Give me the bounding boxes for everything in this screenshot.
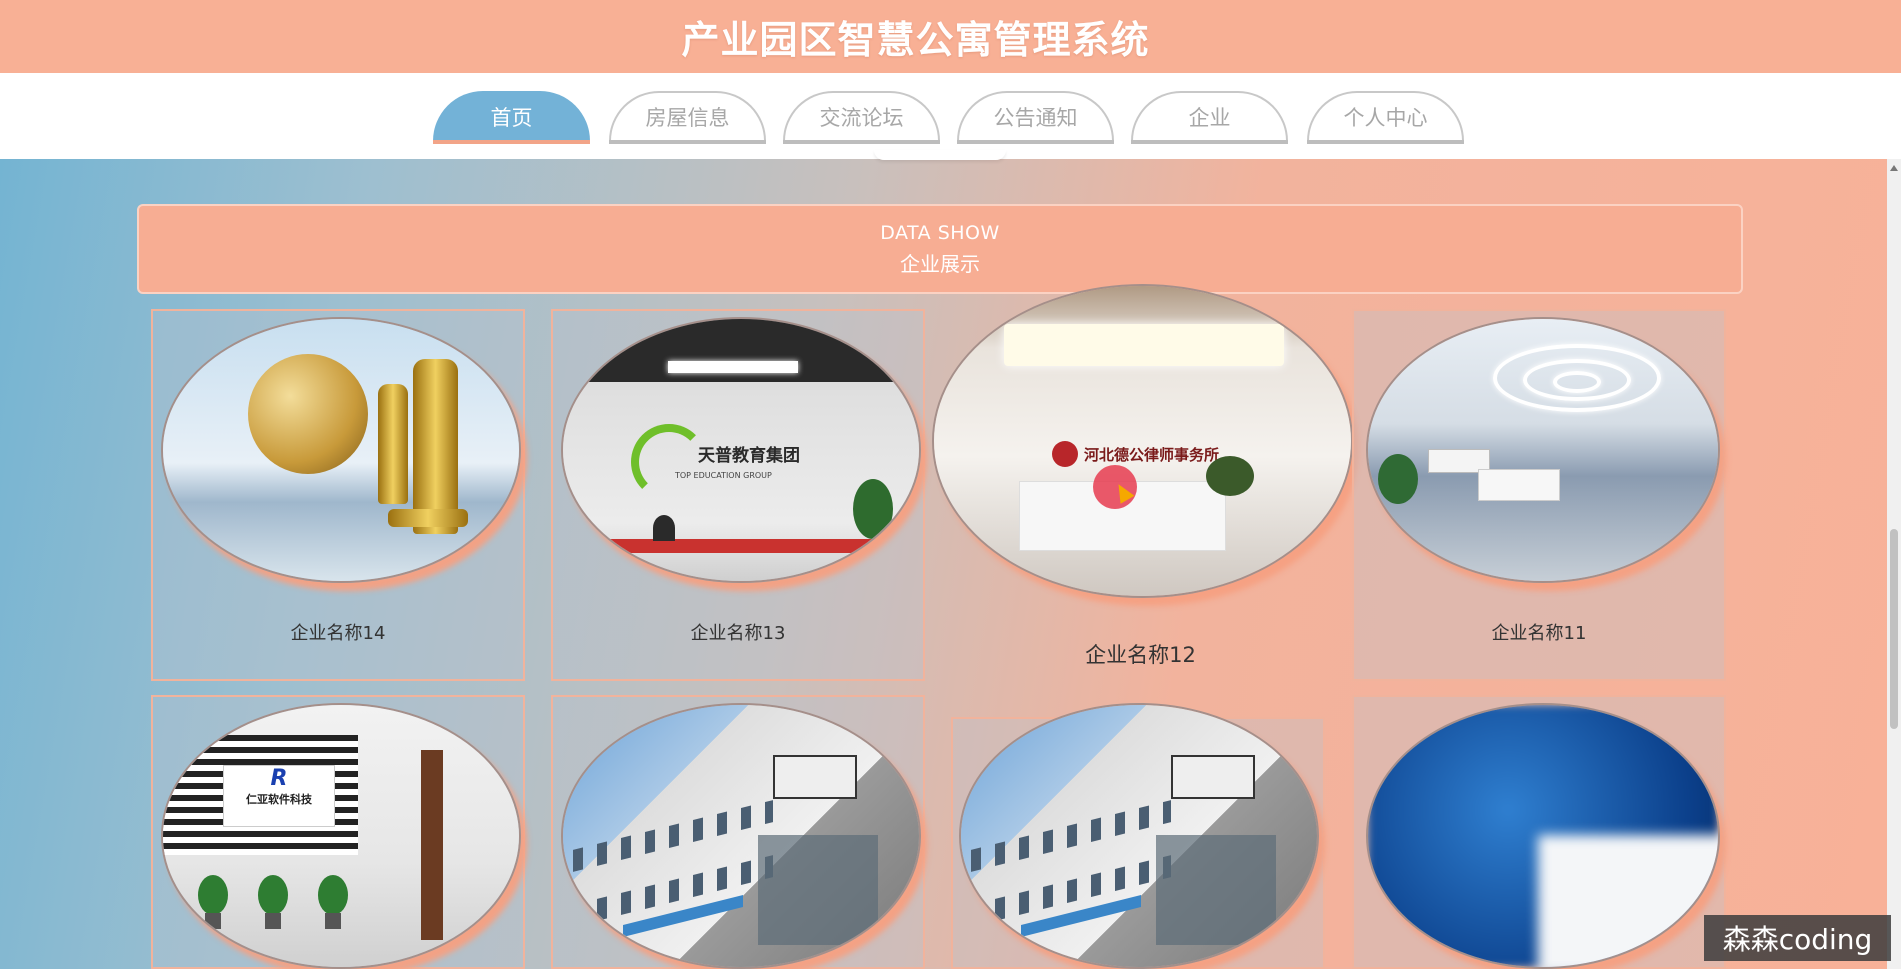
page-scrollbar[interactable] (1887, 159, 1901, 969)
section-banner: DATA SHOW 企业展示 (137, 204, 1743, 294)
company-card[interactable]: 企业名称11 (1352, 309, 1726, 681)
nav-divider (874, 150, 1006, 160)
company-card[interactable]: R 仁亚软件科技 (151, 695, 525, 969)
tab-forum[interactable]: 交流论坛 (783, 91, 940, 144)
banner-title-en: DATA SHOW (880, 221, 1000, 244)
tab-home[interactable]: 首页 (433, 91, 590, 144)
company-card[interactable] (551, 695, 925, 969)
company-name: 企业名称12 (1085, 643, 1196, 667)
company-name: 企业名称14 (290, 623, 386, 644)
logo-arc-icon (631, 424, 707, 500)
company-name: 企业名称13 (690, 623, 786, 644)
company-card[interactable] (951, 703, 1325, 969)
company-image (959, 703, 1319, 969)
company-card[interactable]: 天普教育集团 TOP EDUCATION GROUP 企业名称13 (551, 309, 925, 681)
scrollbar-thumb[interactable] (1890, 529, 1898, 729)
company-image: R 仁亚软件科技 (161, 703, 521, 969)
company-image (1366, 317, 1720, 583)
company-card[interactable]: 河北德公律师事务所 企业名称12 (928, 284, 1353, 689)
banner-title-zh: 企业展示 (900, 251, 980, 276)
company-image (561, 703, 921, 969)
tab-company[interactable]: 企业 (1131, 91, 1288, 144)
app-title: 产业园区智慧公寓管理系统 (681, 18, 1150, 62)
app-header: 产业园区智慧公寓管理系统 (0, 0, 1901, 73)
tab-notice[interactable]: 公告通知 (957, 91, 1114, 144)
globe-icon (248, 354, 368, 474)
scroll-up-icon[interactable] (1890, 165, 1898, 171)
tab-house-info[interactable]: 房屋信息 (609, 91, 766, 144)
company-image (1366, 703, 1720, 969)
company-card[interactable]: 企业名称14 (151, 309, 525, 681)
mouse-cursor-icon (1093, 465, 1137, 509)
tab-personal-center[interactable]: 个人中心 (1307, 91, 1464, 144)
company-logo: R 仁亚软件科技 (223, 765, 335, 827)
main-nav: 首页 房屋信息 交流论坛 公告通知 企业 个人中心 (0, 73, 1901, 159)
company-image (161, 317, 521, 583)
company-name: 企业名称11 (1491, 623, 1587, 644)
company-image: 天普教育集团 TOP EDUCATION GROUP (561, 317, 921, 583)
video-watermark: 森森coding (1704, 915, 1891, 961)
company-image: 河北德公律师事务所 (932, 284, 1353, 598)
seal-icon (1052, 441, 1078, 467)
company-card[interactable] (1352, 695, 1726, 969)
